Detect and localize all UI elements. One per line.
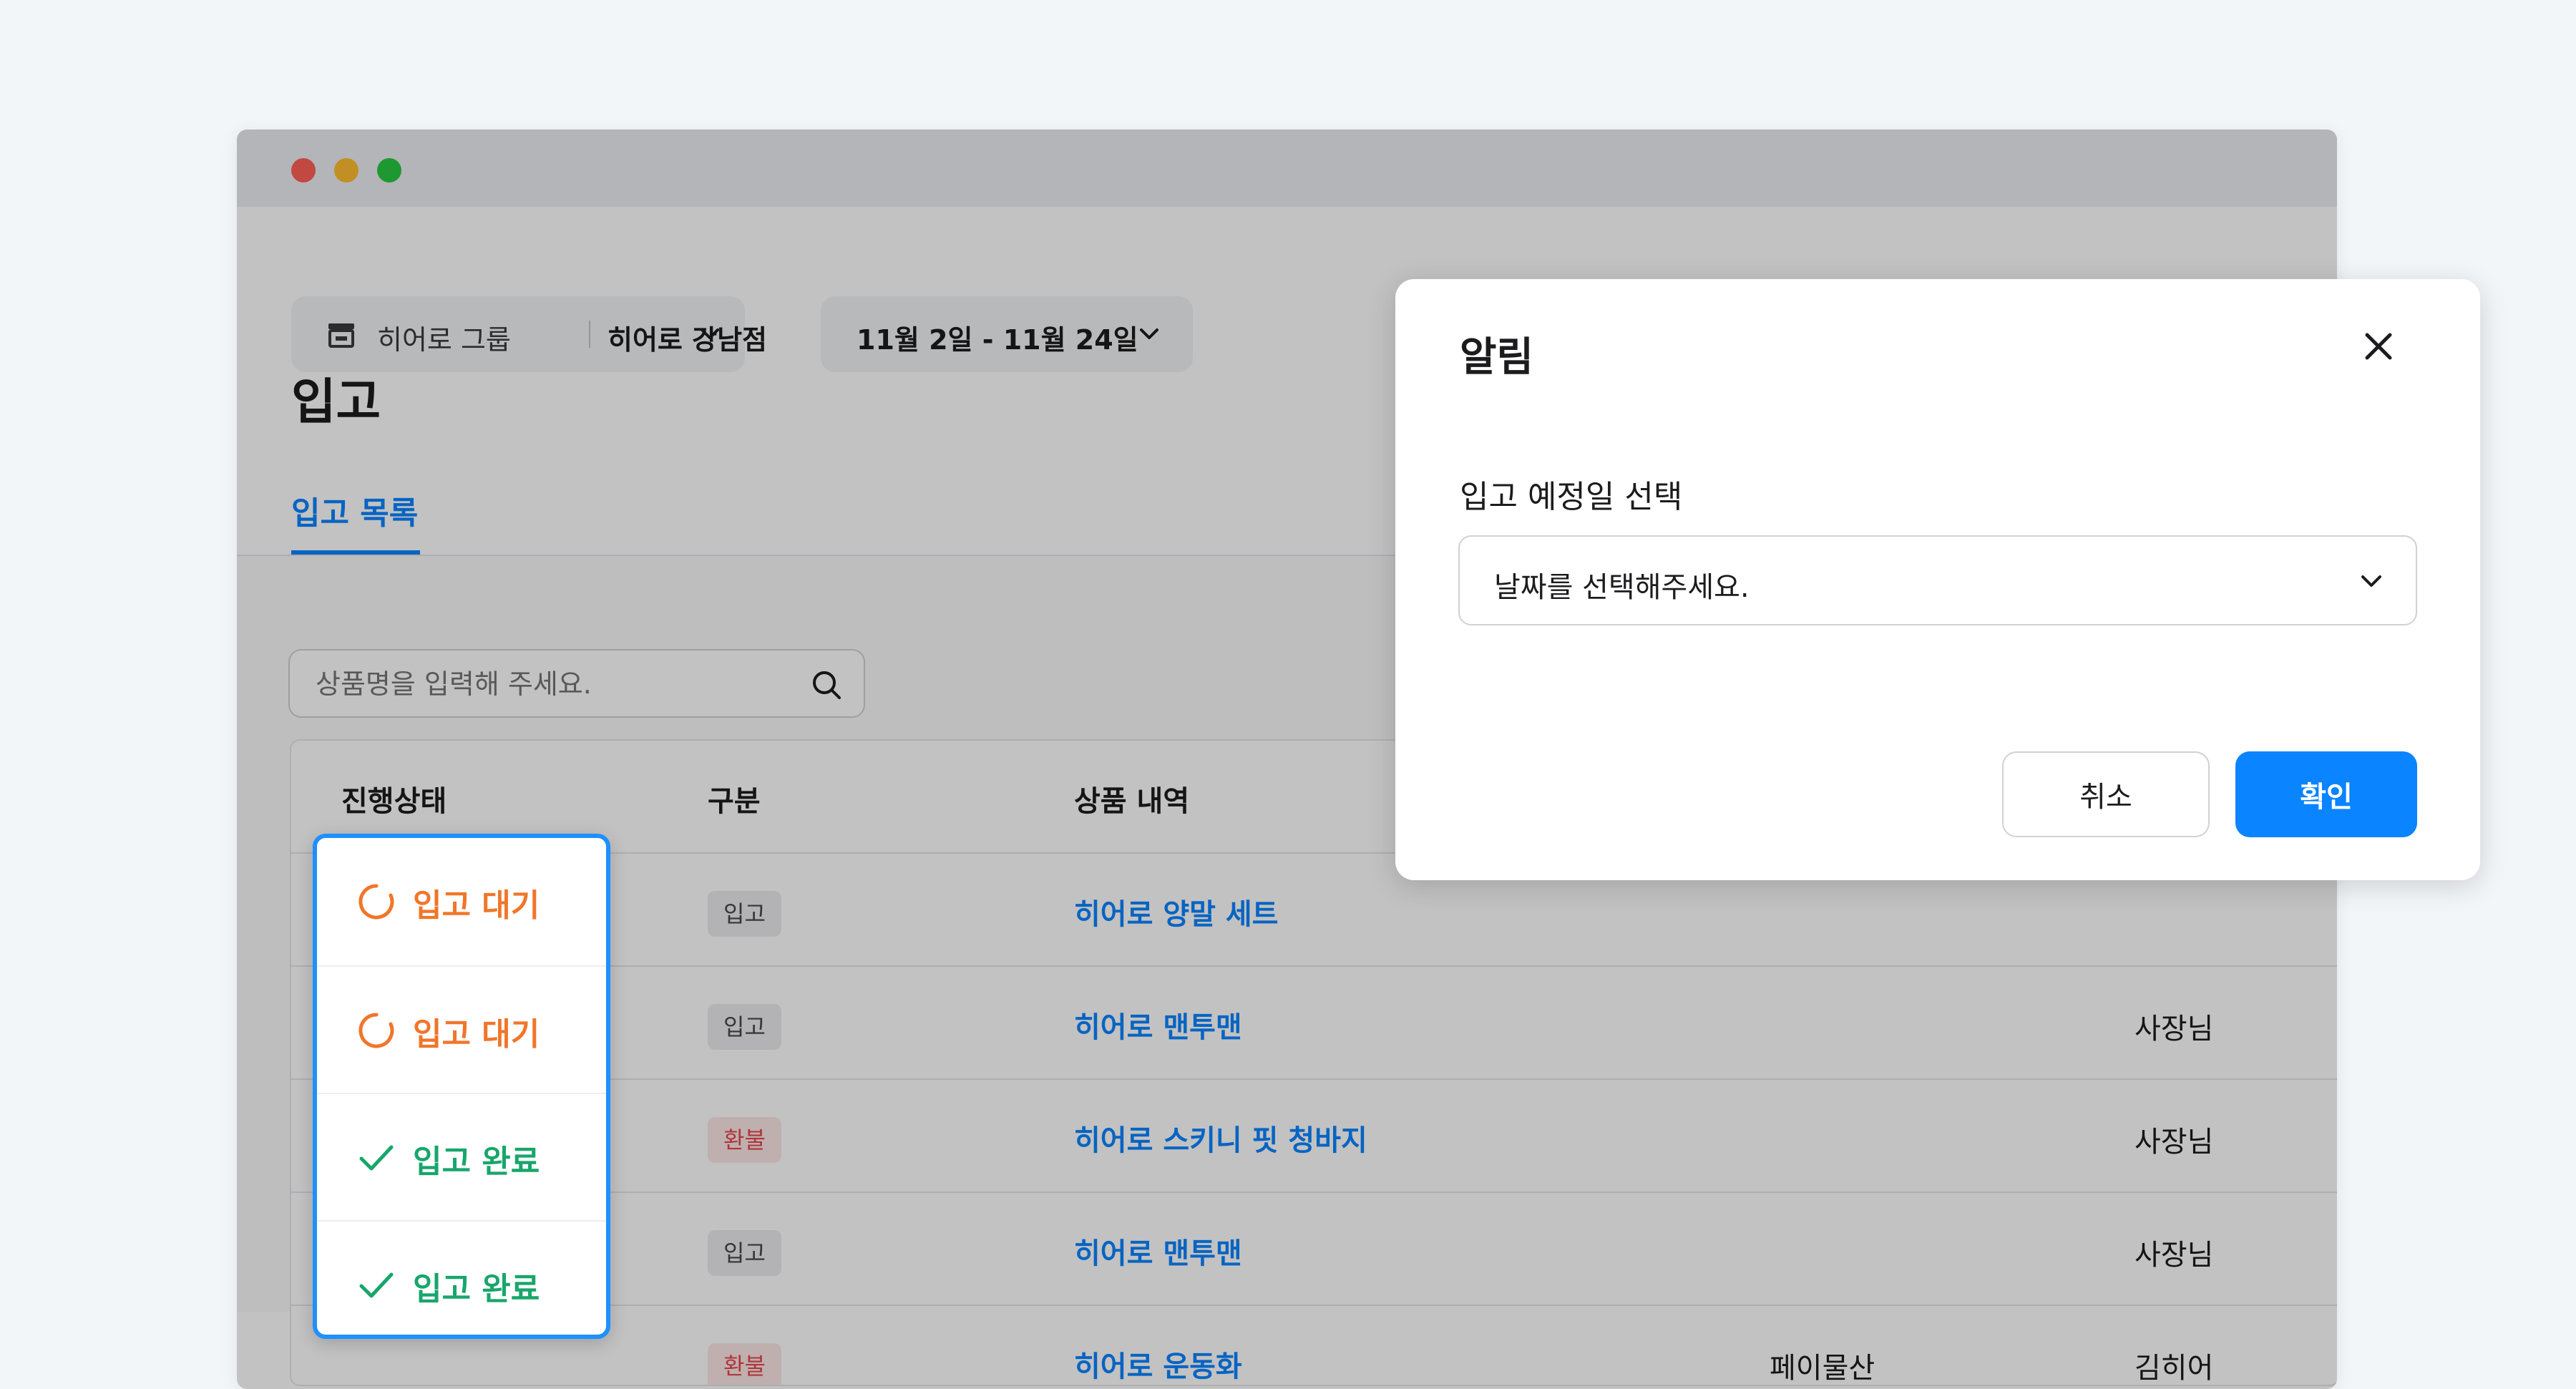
status-label: 입고 대기: [413, 1016, 540, 1053]
status-label: 입고 대기: [413, 887, 540, 924]
cancel-button[interactable]: 취소: [2002, 751, 2210, 837]
background: 히어로 그룹 히어로 강남점 11월 2일 - 11월 24일 입고 입고 목록: [0, 0, 2576, 1389]
check-icon: [359, 1145, 394, 1171]
status-option-done[interactable]: 입고 완료: [317, 1220, 606, 1349]
loading-icon: [358, 1013, 394, 1048]
alert-modal: 알림 입고 예정일 선택 날짜를 선택해주세요. 취소 확인: [1395, 279, 2480, 880]
close-icon[interactable]: [2361, 329, 2396, 364]
status-label: 입고 완료: [413, 1144, 540, 1180]
status-popover: 입고 대기 입고 대기 입고 완료 입고 완료: [313, 834, 610, 1339]
loading-icon: [358, 884, 394, 920]
status-label: 입고 완료: [413, 1271, 540, 1307]
check-icon: [359, 1272, 394, 1298]
chevron-down-icon: [2361, 575, 2381, 587]
status-option-waiting[interactable]: 입고 대기: [317, 838, 606, 965]
field-label: 입고 예정일 선택: [1460, 479, 1683, 515]
select-value: 날짜를 선택해주세요.: [1494, 571, 1750, 604]
modal-title: 알림: [1460, 334, 1534, 381]
status-option-done[interactable]: 입고 완료: [317, 1093, 606, 1222]
confirm-button[interactable]: 확인: [2235, 751, 2417, 837]
inbound-date-select[interactable]: 날짜를 선택해주세요.: [1458, 535, 2417, 625]
status-option-waiting[interactable]: 입고 대기: [317, 965, 606, 1094]
